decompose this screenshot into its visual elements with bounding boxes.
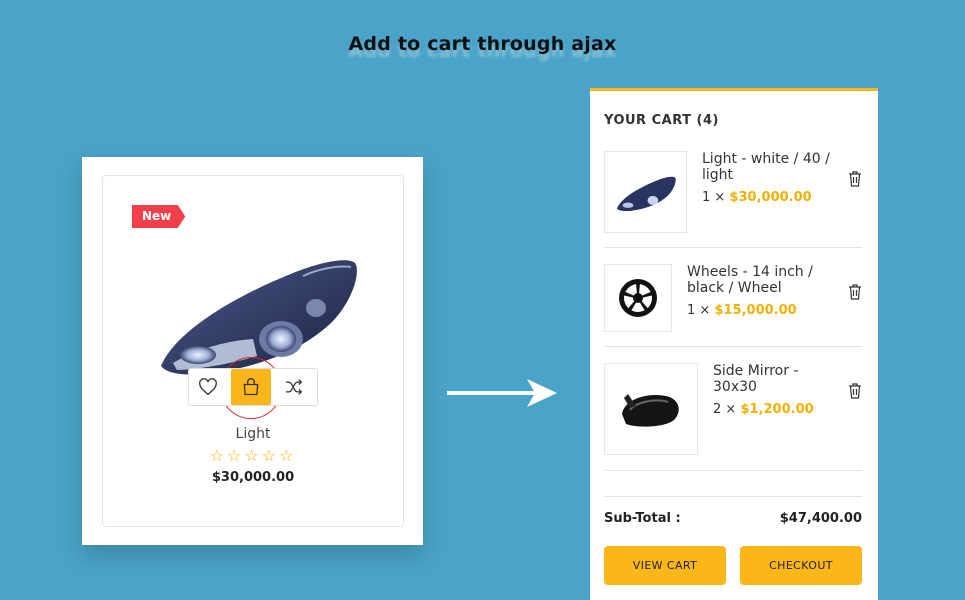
cart-item-quantity-price: 1 × $15,000.00: [687, 303, 797, 318]
cart-item-qty: 2: [713, 402, 722, 417]
compare-button[interactable]: [275, 369, 313, 405]
page-headline: Add to cart through ajax: [348, 33, 617, 55]
shopping-bag-icon: [243, 378, 259, 396]
product-name[interactable]: Light: [103, 426, 403, 442]
cart-drawer: YOUR CART (4) Light - white / 40 / light…: [590, 88, 878, 600]
cart-item-name[interactable]: Side Mirror - 30x30: [713, 363, 823, 395]
cart-item-quantity-price: 1 × $30,000.00: [702, 190, 812, 205]
cart-item-qty: 1: [702, 190, 711, 205]
new-badge: New: [132, 205, 186, 228]
view-cart-button[interactable]: VIEW CART: [604, 546, 726, 585]
cart-item-price: $15,000.00: [714, 303, 797, 318]
trash-icon[interactable]: [848, 383, 862, 399]
divider: [604, 346, 862, 347]
product-price: $30,000.00: [211, 470, 295, 485]
times-sign: ×: [725, 402, 737, 417]
trash-icon[interactable]: [848, 171, 862, 187]
right-arrow-icon: [447, 379, 557, 407]
subtotal-label: Sub-Total :: [604, 511, 681, 526]
heart-icon: [199, 378, 217, 396]
product-rating-stars: ☆☆☆☆☆: [209, 446, 297, 465]
cart-item-name[interactable]: Light - white / 40 / light: [702, 151, 847, 183]
cart-item: Side Mirror - 30x30 2 × $1,200.00: [604, 363, 862, 455]
side-mirror-thumbnail-image: [622, 394, 679, 427]
times-sign: ×: [714, 190, 726, 205]
cart-item-thumbnail[interactable]: [604, 264, 672, 332]
times-sign: ×: [699, 303, 711, 318]
wishlist-button[interactable]: [189, 369, 227, 405]
trash-icon[interactable]: [848, 284, 862, 300]
product-card[interactable]: New Light ☆☆☆☆☆ $30,000.00: [102, 175, 404, 527]
cart-item: Light - white / 40 / light 1 × $30,000.0…: [604, 151, 862, 233]
add-to-cart-button[interactable]: [231, 369, 271, 405]
cart-item: Wheels - 14 inch / black / Wheel 1 × $15…: [604, 264, 862, 332]
checkout-button[interactable]: CHECKOUT: [740, 546, 862, 585]
cart-item-thumbnail[interactable]: [604, 363, 698, 455]
divider: [604, 247, 862, 248]
shuffle-icon: [285, 379, 303, 395]
subtotal-value: $47,400.00: [779, 511, 862, 526]
cart-item-price: $30,000.00: [729, 190, 812, 205]
cart-item-price: $1,200.00: [740, 402, 814, 417]
product-panel: New Light ☆☆☆☆☆ $30,000.00: [82, 157, 423, 545]
product-action-bar: [188, 368, 318, 406]
divider: [604, 496, 862, 497]
cart-item-qty: 1: [687, 303, 696, 318]
wheel-thumbnail-image: [619, 279, 657, 317]
headlight-thumbnail-image: [616, 176, 676, 212]
cart-item-thumbnail[interactable]: [604, 151, 687, 233]
cart-item-name[interactable]: Wheels - 14 inch / black / Wheel: [687, 264, 837, 296]
divider: [604, 470, 862, 471]
cart-item-quantity-price: 2 × $1,200.00: [713, 402, 814, 417]
cart-title: YOUR CART (4): [604, 113, 719, 128]
